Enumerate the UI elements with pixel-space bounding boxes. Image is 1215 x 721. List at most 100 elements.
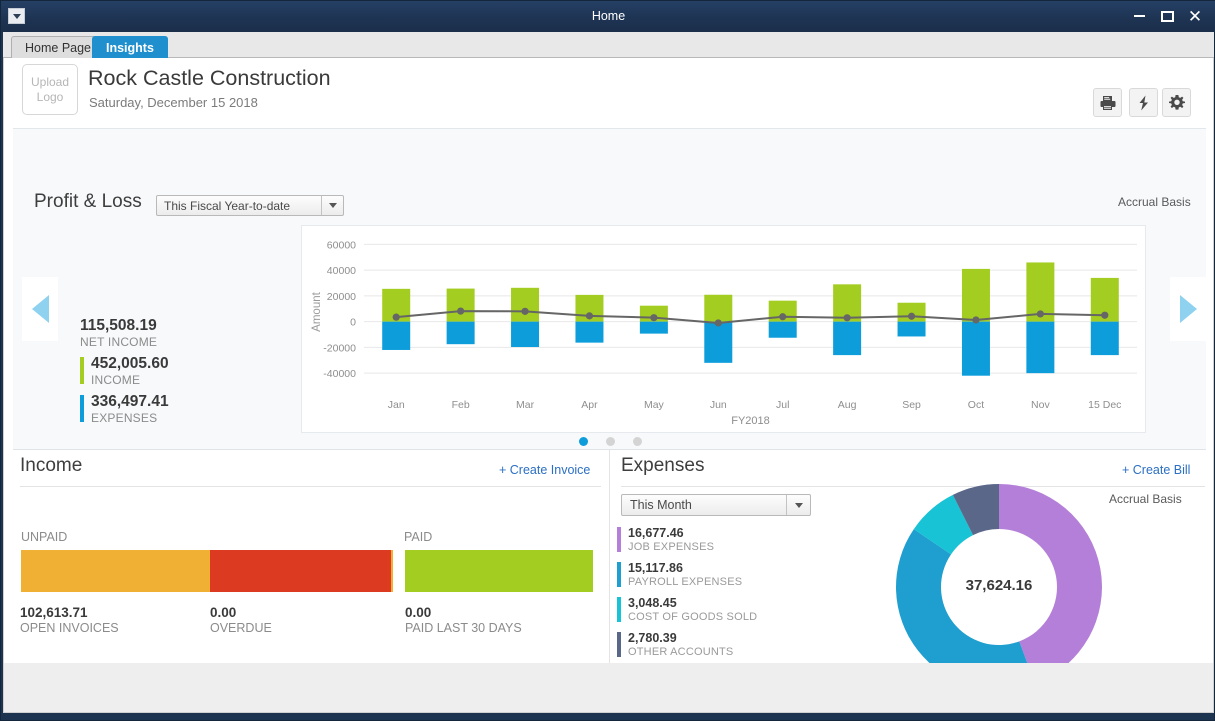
expense-legend-color-swatch bbox=[617, 527, 621, 552]
expenses-total: 37,624.16 bbox=[894, 577, 1104, 594]
svg-text:60000: 60000 bbox=[327, 239, 356, 251]
stat-expenses-amount: 336,497.41 bbox=[80, 393, 280, 411]
carousel-dots bbox=[579, 433, 659, 449]
expenses-legend: 16,677.46JOB EXPENSES 15,117.86PAYROLL EX… bbox=[617, 526, 857, 663]
stat-net-income: 115,508.19 NET INCOME bbox=[80, 317, 280, 349]
stat-net-income-label: NET INCOME bbox=[80, 335, 280, 349]
svg-text:Apr: Apr bbox=[581, 399, 598, 411]
chevron-down-icon[interactable] bbox=[786, 495, 810, 515]
svg-text:Jul: Jul bbox=[776, 399, 789, 411]
expenses-title: Expenses bbox=[621, 455, 704, 477]
stat-open-invoices-amount: 102,613.71 bbox=[20, 605, 119, 621]
unpaid-label: UNPAID bbox=[21, 530, 67, 544]
expense-legend-color-swatch bbox=[617, 562, 621, 587]
stat-net-income-amount: 115,508.19 bbox=[80, 317, 280, 335]
svg-text:40000: 40000 bbox=[327, 265, 356, 277]
upload-logo-line1: Upload bbox=[31, 75, 69, 90]
current-date: Saturday, December 15 2018 bbox=[89, 95, 258, 110]
donut-slice[interactable] bbox=[896, 529, 1035, 663]
carousel-next-button[interactable] bbox=[1170, 277, 1206, 341]
expense-legend-label: JOB EXPENSES bbox=[628, 541, 857, 554]
svg-text:0: 0 bbox=[350, 317, 356, 329]
stat-income: 452,005.60 INCOME bbox=[80, 355, 280, 387]
stat-open-invoices-label: OPEN INVOICES bbox=[20, 621, 119, 636]
printer-icon bbox=[1099, 94, 1117, 112]
create-invoice-link[interactable]: + Create Invoice bbox=[499, 463, 590, 477]
title-bar: Home ✕ bbox=[1, 1, 1215, 32]
expense-legend-amount: 16,677.46 bbox=[628, 526, 857, 541]
profit-loss-accrual-basis: Accrual Basis bbox=[1118, 195, 1191, 209]
profit-loss-range-value: This Fiscal Year-to-date bbox=[164, 199, 290, 213]
stat-expenses-color-swatch bbox=[80, 395, 84, 422]
tab-home-page[interactable]: Home Page bbox=[11, 36, 105, 58]
close-button[interactable]: ✕ bbox=[1182, 1, 1208, 32]
overdue-bar-segment[interactable] bbox=[210, 550, 391, 592]
expense-legend-amount: 3,048.45 bbox=[628, 596, 857, 611]
expenses-panel: Expenses + Create Bill This Month Accrua… bbox=[611, 450, 1214, 663]
carousel-dot-3[interactable] bbox=[633, 437, 642, 446]
expense-legend-color-swatch bbox=[617, 597, 621, 622]
stat-paid-last-30-days: 0.00 PAID LAST 30 DAYS bbox=[405, 605, 522, 636]
window-title: Home bbox=[1, 1, 1215, 32]
expense-legend-amount: 2,780.39 bbox=[628, 631, 857, 646]
expense-legend-amount: 15,117.86 bbox=[628, 561, 857, 576]
paid-label: PAID bbox=[404, 530, 432, 544]
stat-overdue: 0.00 OVERDUE bbox=[210, 605, 272, 636]
refresh-button[interactable] bbox=[1129, 88, 1158, 117]
svg-text:Mar: Mar bbox=[516, 399, 535, 411]
svg-text:Sep: Sep bbox=[902, 399, 921, 411]
unpaid-bar[interactable] bbox=[21, 550, 393, 592]
upload-logo-line2: Logo bbox=[37, 90, 64, 105]
svg-text:Jan: Jan bbox=[388, 399, 405, 411]
svg-text:Jun: Jun bbox=[710, 399, 727, 411]
refresh-icon bbox=[1135, 94, 1153, 112]
expense-legend-color-swatch bbox=[617, 632, 621, 657]
profit-loss-title: Profit & Loss bbox=[34, 191, 142, 213]
donut-slice[interactable] bbox=[999, 484, 1102, 663]
expenses-range-value: This Month bbox=[630, 498, 692, 512]
svg-text:FY2018: FY2018 bbox=[731, 415, 770, 427]
svg-text:Oct: Oct bbox=[968, 399, 984, 411]
print-button[interactable] bbox=[1093, 88, 1122, 117]
gear-icon bbox=[1168, 94, 1186, 112]
svg-text:Amount: Amount bbox=[311, 291, 323, 331]
expenses-donut-chart[interactable]: 37,624.16 bbox=[894, 482, 1104, 663]
chevron-down-icon[interactable] bbox=[321, 196, 343, 215]
stat-paid-last-30-days-label: PAID LAST 30 DAYS bbox=[405, 621, 522, 636]
stat-open-invoices: 102,613.71 OPEN INVOICES bbox=[20, 605, 119, 636]
profit-loss-range-select[interactable]: This Fiscal Year-to-date bbox=[156, 195, 344, 216]
expense-legend-item[interactable]: 15,117.86PAYROLL EXPENSES bbox=[617, 561, 857, 589]
expense-legend-item[interactable]: 16,677.46JOB EXPENSES bbox=[617, 526, 857, 554]
tab-strip: Home Page Insights bbox=[3, 32, 1214, 58]
paid-bar[interactable] bbox=[405, 550, 593, 592]
svg-text:May: May bbox=[644, 399, 665, 411]
expenses-range-select[interactable]: This Month bbox=[621, 494, 811, 516]
profit-loss-chart-svg: -40000-200000200004000060000JanFebMarApr… bbox=[302, 226, 1147, 434]
expense-legend-item[interactable]: 2,780.39OTHER ACCOUNTS bbox=[617, 631, 857, 659]
svg-text:Nov: Nov bbox=[1031, 399, 1050, 411]
stat-income-color-swatch bbox=[80, 357, 84, 384]
stat-expenses: 336,497.41 EXPENSES bbox=[80, 393, 280, 425]
income-title: Income bbox=[20, 455, 82, 477]
chevron-right-icon bbox=[1180, 295, 1197, 323]
tab-insights[interactable]: Insights bbox=[92, 36, 168, 58]
upload-logo-button[interactable]: Upload Logo bbox=[22, 64, 78, 115]
maximize-button[interactable] bbox=[1154, 1, 1180, 32]
create-bill-link[interactable]: + Create Bill bbox=[1122, 463, 1190, 477]
svg-text:-20000: -20000 bbox=[323, 342, 356, 354]
svg-text:-40000: -40000 bbox=[323, 368, 356, 380]
expense-legend-item[interactable]: 3,048.45COST OF GOODS SOLD bbox=[617, 596, 857, 624]
svg-text:15 Dec: 15 Dec bbox=[1088, 399, 1121, 411]
expense-legend-label: COST OF GOODS SOLD bbox=[628, 611, 857, 624]
carousel-prev-button[interactable] bbox=[22, 277, 58, 341]
profit-loss-panel: Profit & Loss This Fiscal Year-to-date A… bbox=[13, 128, 1206, 450]
profit-loss-chart[interactable]: -40000-200000200004000060000JanFebMarApr… bbox=[301, 225, 1146, 433]
income-divider bbox=[20, 486, 601, 487]
minimize-button[interactable] bbox=[1126, 1, 1152, 32]
settings-button[interactable] bbox=[1162, 88, 1191, 117]
carousel-dot-1[interactable] bbox=[579, 437, 588, 446]
stat-overdue-amount: 0.00 bbox=[210, 605, 272, 621]
carousel-dot-2[interactable] bbox=[606, 437, 615, 446]
stat-expenses-label: EXPENSES bbox=[80, 411, 280, 425]
application-window: Home ✕ Home Page Insights Upload Logo Ro… bbox=[0, 0, 1215, 721]
